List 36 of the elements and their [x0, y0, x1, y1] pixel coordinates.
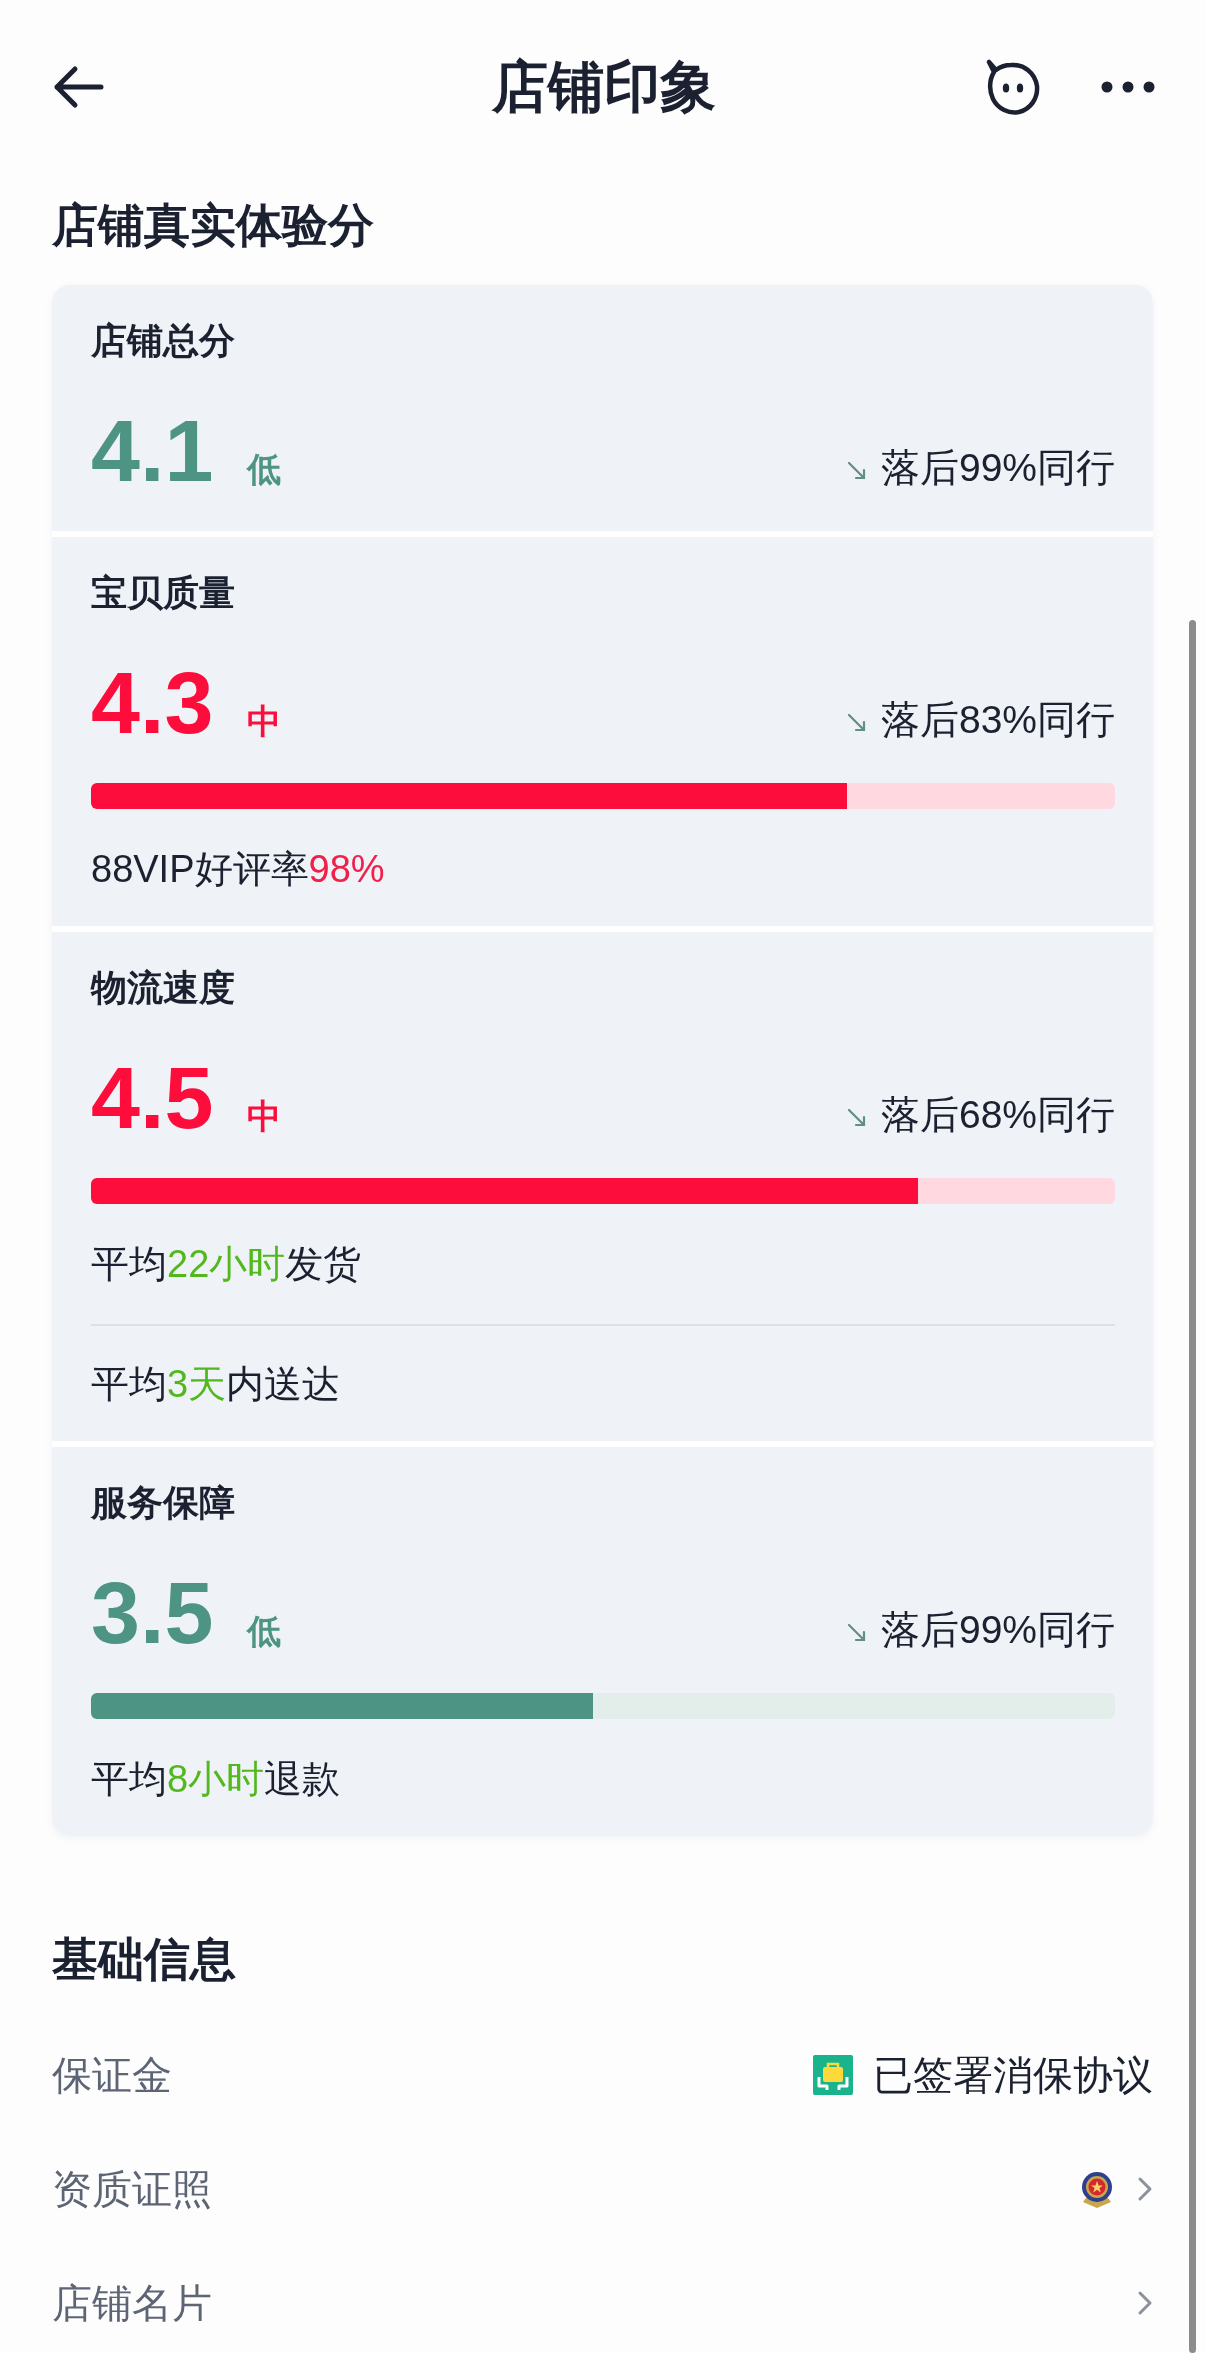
section-title: 基础信息 [52, 1932, 237, 1987]
trend-down-icon [846, 713, 867, 733]
peer-comparison-text: 落后83%同行 [880, 697, 1115, 743]
briefcase-icon [813, 2055, 853, 2095]
trend-down-icon [846, 1623, 867, 1643]
metric-label: 服务保障 [91, 1481, 236, 1525]
score-grade: 低 [247, 1611, 282, 1651]
trend-down-icon [846, 461, 867, 481]
score-value: 3.5 [91, 1565, 214, 1661]
back-icon[interactable] [52, 65, 104, 109]
info-row-label: 保证金 [52, 2052, 172, 2099]
detail-text: 平均22小时发货 [91, 1242, 363, 1287]
score-grade: 低 [247, 449, 282, 489]
score-grade: 中 [247, 701, 282, 741]
trend-down-icon [846, 1108, 867, 1128]
section-title: 店铺真实体验分 [52, 198, 375, 253]
info-row-label: 店铺名片 [52, 2280, 212, 2327]
metric-label: 宝贝质量 [91, 571, 236, 615]
chevron-right-icon[interactable] [1137, 2290, 1153, 2316]
metric-label: 店铺总分 [91, 319, 236, 363]
peer-comparison-text: 落后68%同行 [880, 1092, 1115, 1138]
info-row-label: 资质证照 [52, 2166, 212, 2213]
metric-label: 物流速度 [91, 966, 236, 1010]
score-value: 4.5 [91, 1050, 214, 1146]
peer-comparison-text: 落后99%同行 [880, 1607, 1115, 1653]
detail-text: 88VIP好评率98% [91, 847, 386, 892]
peer-comparison-text: 落后99%同行 [880, 445, 1115, 491]
score-value: 4.1 [91, 403, 214, 499]
page-title: 店铺印象 [491, 59, 716, 115]
detail-text: 平均3天内送达 [91, 1324, 1115, 1409]
chevron-right-icon[interactable] [1137, 2176, 1153, 2202]
agreement-status-text: 已签署消保协议 [873, 2052, 1153, 2099]
detail-text: 平均8小时退款 [91, 1757, 342, 1802]
score-grade: 中 [247, 1096, 282, 1136]
score-value: 4.3 [91, 655, 214, 751]
more-icon[interactable] [1101, 81, 1155, 93]
